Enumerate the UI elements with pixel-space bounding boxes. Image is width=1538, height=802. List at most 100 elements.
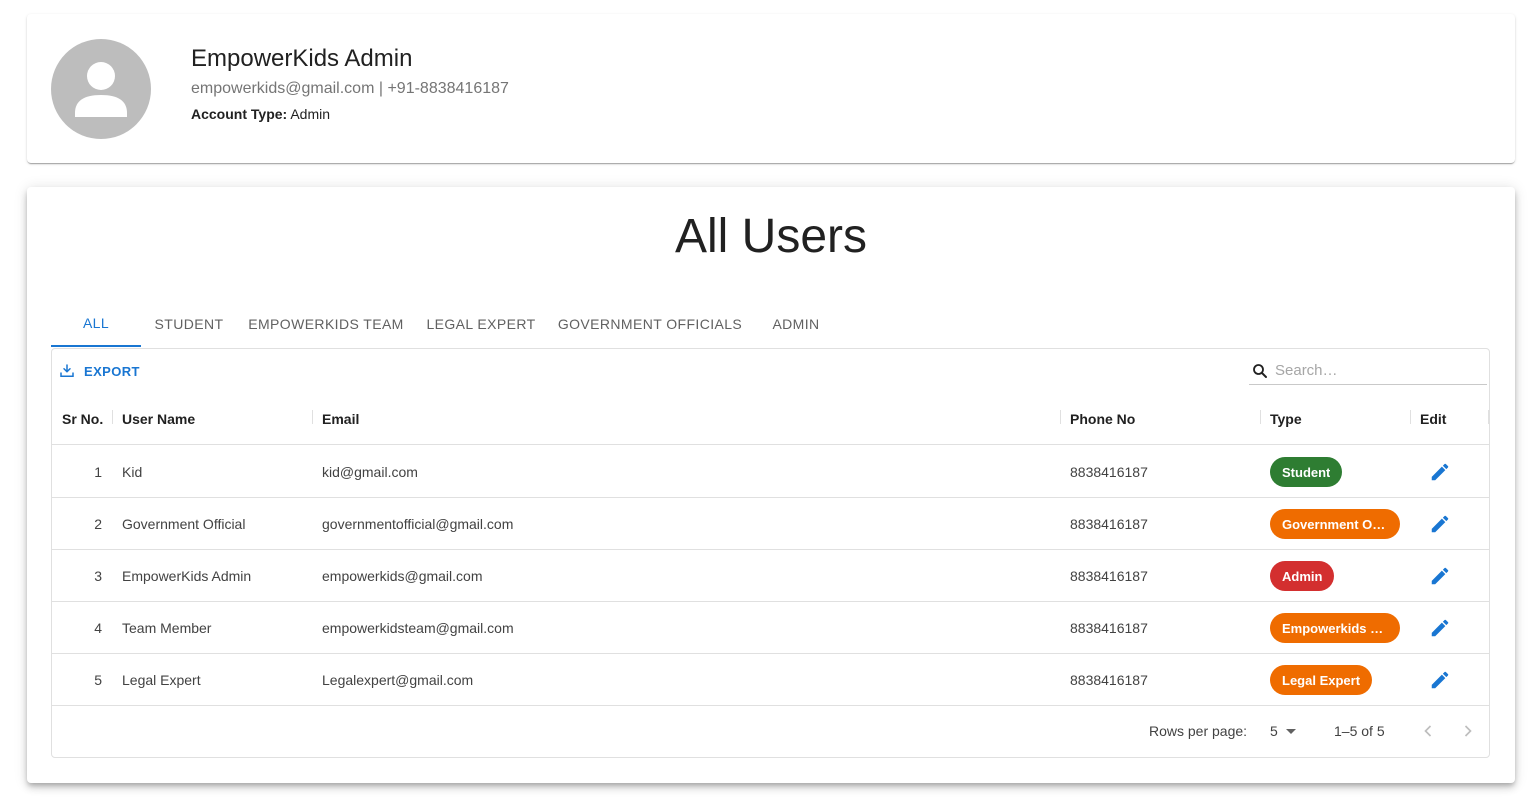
cell-phone: 8838416187 [1070, 672, 1148, 688]
download-icon [60, 364, 74, 377]
cell-edit [1418, 602, 1462, 654]
tab-admin[interactable]: Admin [753, 300, 839, 347]
type-badge-label: Legal Expert [1282, 672, 1361, 688]
profile-contact: empowerkids@gmail.com | +91-8838416187 [191, 80, 509, 98]
rows-per-page-label: Rows per page: [1149, 723, 1248, 739]
table-row[interactable]: 4 Team Member empowerkidsteam@gmail.com 883… [52, 602, 1489, 654]
page-title: All Users [674, 210, 868, 263]
tab-all[interactable]: All [51, 300, 141, 347]
cell-user-name: Team Member [122, 620, 212, 636]
export-button[interactable]: EXPORT [58, 359, 140, 383]
table-row[interactable]: 5 Legal Expert Legalexpert@gmail.com 883841… [52, 654, 1489, 706]
cell-email: kid@gmail.com [322, 464, 418, 480]
cell-email: empowerkids@gmail.com [322, 568, 483, 584]
type-badge-label: Government Offi… [1282, 516, 1388, 532]
cell-type: Student [1270, 446, 1343, 498]
cell-sr-no: 5 [94, 672, 102, 688]
type-badge: Student [1270, 457, 1343, 487]
type-badge: Empowerkids T… [1270, 613, 1400, 643]
table-row[interactable]: 2 Government Official governmentofficial@g… [52, 498, 1489, 550]
cell-type: Legal Expert [1270, 654, 1373, 706]
cell-type: Government Offi… [1270, 498, 1400, 550]
pencil-icon [1431, 671, 1449, 689]
tab-government-officials[interactable]: Government Officials [547, 300, 753, 347]
rows-per-page-value: 5 [1270, 723, 1278, 739]
cell-sr-no: 2 [94, 516, 102, 532]
edit-user-button[interactable] [1424, 664, 1456, 696]
cell-user-name: EmpowerKids Admin [122, 568, 252, 584]
account-type-label: Account Type: [191, 106, 288, 122]
cell-sr-no: 3 [94, 568, 102, 584]
users-data-grid: EXPORT Sr No. User Name Email Phone No T… [51, 348, 1490, 758]
table-row[interactable]: 1 Kid kid@gmail.com 8838416187 Student [52, 446, 1489, 498]
rows-per-page-select[interactable]: 5 [1270, 705, 1296, 757]
cell-phone: 8838416187 [1070, 620, 1148, 636]
column-header-type[interactable]: Type [1270, 393, 1302, 445]
column-header-sr-no[interactable]: Sr No. [62, 393, 103, 445]
pencil-icon [1431, 619, 1449, 637]
cell-edit [1418, 498, 1462, 550]
column-separator[interactable] [1260, 410, 1261, 424]
cell-sr-no: 1 [94, 464, 102, 480]
account-type: Account Type: Admin [191, 106, 330, 122]
cell-user-name: Legal Expert [122, 672, 201, 688]
cell-type: Admin [1270, 550, 1335, 602]
pagination: Rows per page: 5 1–5 of 5 [52, 705, 1489, 757]
profile-phone: +91-8838416187 [387, 80, 509, 97]
table-header: Sr No. User Name Email Phone No Type Edi… [52, 393, 1489, 445]
chevron-right-icon [1464, 725, 1472, 737]
cell-email: governmentofficial@gmail.com [322, 516, 514, 532]
column-header-email[interactable]: Email [322, 393, 359, 445]
type-badge-label: Empowerkids T… [1282, 620, 1388, 636]
cell-email: Legalexpert@gmail.com [322, 672, 474, 688]
column-separator[interactable] [1060, 410, 1061, 424]
column-header-edit: Edit [1420, 411, 1447, 427]
search-icon [1253, 363, 1267, 378]
profile-name: EmpowerKids Admin [191, 45, 413, 72]
export-label: EXPORT [84, 363, 140, 379]
edit-user-button[interactable] [1424, 612, 1456, 644]
tab-empowerkids-team[interactable]: EmpowerKids Team [237, 300, 415, 347]
cell-type: Empowerkids T… [1270, 602, 1400, 654]
column-header-user-name[interactable]: User Name [122, 393, 195, 445]
cell-user-name: Government Official [122, 516, 246, 532]
cell-phone: 8838416187 [1070, 464, 1148, 480]
cell-edit [1418, 446, 1462, 498]
type-badge-label: Student [1282, 464, 1331, 480]
column-separator[interactable] [1488, 410, 1489, 424]
type-badge: Admin [1270, 561, 1335, 591]
tab-legal-expert[interactable]: Legal Expert [415, 300, 547, 347]
type-badge: Government Offi… [1270, 509, 1400, 539]
type-badge-label: Admin [1282, 568, 1323, 584]
column-separator[interactable] [1410, 410, 1411, 424]
edit-user-button[interactable] [1424, 508, 1456, 540]
account-type-value: Admin [290, 106, 331, 122]
avatar [51, 39, 151, 139]
column-separator[interactable] [112, 410, 113, 424]
previous-page-button[interactable] [1412, 715, 1444, 747]
pencil-icon [1431, 515, 1449, 533]
edit-user-button[interactable] [1424, 560, 1456, 592]
cell-user-name: Kid [122, 464, 143, 480]
type-badge: Legal Expert [1270, 665, 1373, 695]
person-icon [75, 62, 127, 117]
search-field [1249, 357, 1487, 385]
pencil-icon [1431, 567, 1449, 585]
edit-user-button[interactable] [1424, 456, 1456, 488]
user-type-tabs: All Student EmpowerKids Team Legal Exper… [51, 300, 839, 348]
users-card: All Users All Student EmpowerKids Team L… [27, 187, 1515, 783]
tab-student[interactable]: Student [141, 300, 237, 347]
next-page-button[interactable] [1452, 715, 1484, 747]
cell-phone: 8838416187 [1070, 516, 1148, 532]
column-separator[interactable] [312, 410, 313, 424]
chevron-left-icon [1424, 725, 1432, 737]
cell-edit [1418, 654, 1462, 706]
profile-email: empowerkids@gmail.com [191, 80, 375, 97]
profile-card: EmpowerKids Admin empowerkids@gmail.com … [27, 14, 1515, 163]
cell-sr-no: 4 [94, 620, 102, 636]
column-header-phone[interactable]: Phone No [1070, 393, 1135, 445]
table-row[interactable]: 3 EmpowerKids Admin empowerkids@gmail.com 8… [52, 550, 1489, 602]
pencil-icon [1431, 463, 1449, 481]
cell-email: empowerkidsteam@gmail.com [322, 620, 514, 636]
search-input[interactable] [1275, 362, 1475, 379]
